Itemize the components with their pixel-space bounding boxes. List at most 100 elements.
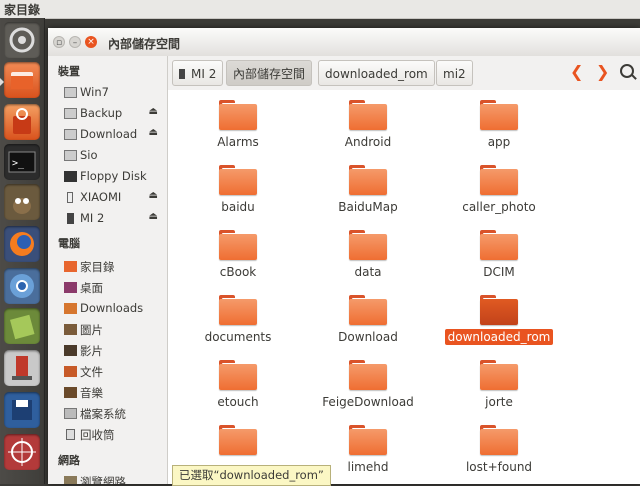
file-item[interactable]: BaiduMap: [303, 165, 433, 225]
file-name: cBook: [219, 265, 257, 279]
file-name: etouch: [217, 395, 259, 409]
folder-icon: [219, 425, 257, 455]
sidebar-item-videos[interactable]: 影片: [64, 342, 164, 360]
screenshot-tool-icon[interactable]: [4, 434, 40, 470]
folder-icon: [219, 360, 257, 390]
documents-icon: [64, 366, 77, 377]
maximize-button[interactable]: ▫: [53, 36, 65, 48]
file-name: DCIM: [483, 265, 515, 279]
file-name: Download: [338, 330, 398, 344]
crumb-internal-storage[interactable]: 內部儲存空間: [226, 60, 313, 86]
sidebar-item-music[interactable]: 音樂: [64, 384, 164, 402]
firefox-icon[interactable]: [4, 226, 40, 262]
software-center-icon[interactable]: [4, 104, 40, 140]
crumb-mi2-device[interactable]: MI 2: [172, 60, 224, 86]
file-item[interactable]: caller_photo: [434, 165, 564, 225]
file-item[interactable]: cBook: [173, 230, 303, 290]
sidebar-item-downloads[interactable]: Downloads: [64, 300, 164, 318]
downloads-icon: [64, 303, 77, 314]
terminal-icon[interactable]: >_: [4, 144, 40, 180]
file-name: documents: [204, 330, 272, 344]
minimize-button[interactable]: –: [69, 36, 81, 48]
eject-icon[interactable]: ⏏: [149, 211, 158, 222]
close-button[interactable]: ×: [85, 36, 97, 48]
file-item[interactable]: baidu: [173, 165, 303, 225]
sidebar-item-pictures[interactable]: 圖片: [64, 321, 164, 339]
file-name: Alarms: [217, 135, 259, 149]
filesystem-icon: [64, 408, 77, 419]
sidebar-item-trash[interactable]: 回收筒: [64, 426, 164, 444]
window-titlebar[interactable]: ▫ – × 內部儲存空間: [48, 28, 640, 57]
forward-arrow-icon[interactable]: ❯: [596, 62, 609, 81]
notes-app-icon[interactable]: [4, 308, 40, 344]
file-item[interactable]: DCIM: [434, 230, 564, 290]
launcher: >_: [0, 18, 45, 484]
sidebar-item-filesystem[interactable]: 檔案系統: [64, 405, 164, 423]
file-name: FeigeDownload: [322, 395, 414, 409]
network-icon: [64, 476, 77, 484]
drive-icon: [64, 108, 77, 119]
places-sidebar: 裝置 Win7 Backup ⏏ Download ⏏ Sio Floppy D…: [48, 56, 168, 484]
phone-icon: [179, 69, 185, 79]
sidebar-item-mi2[interactable]: MI 2 ⏏: [64, 210, 164, 228]
file-name: BaiduMap: [338, 200, 398, 214]
file-name: baidu: [221, 200, 255, 214]
trash-icon: [66, 429, 75, 440]
folder-icon: [219, 100, 257, 130]
gimp-icon[interactable]: [4, 184, 40, 220]
save-disk-icon[interactable]: [4, 392, 40, 428]
drive-icon: [64, 129, 77, 140]
sidebar-item-backup[interactable]: Backup ⏏: [64, 105, 164, 123]
file-item[interactable]: documents: [173, 295, 303, 355]
file-grid: Alarms Android app baidu BaiduMap caller_phot…: [168, 90, 640, 484]
file-name: lost+found: [465, 460, 533, 474]
folder-icon: [349, 230, 387, 260]
sidebar-item-home[interactable]: 家目錄: [64, 258, 164, 276]
eject-icon[interactable]: ⏏: [149, 127, 158, 138]
chromium-icon[interactable]: [4, 268, 40, 304]
sidebar-item-browse-network[interactable]: 瀏覽網路: [64, 473, 164, 484]
folder-icon: [480, 295, 518, 325]
videos-icon: [64, 345, 77, 356]
drive-icon: [64, 87, 77, 98]
sidebar-item-download[interactable]: Download ⏏: [64, 126, 164, 144]
file-manager-window: ▫ – × 內部儲存空間 裝置 Win7 Backup ⏏ Download ⏏…: [48, 28, 640, 486]
svg-text:>_: >_: [12, 158, 25, 169]
eject-icon[interactable]: ⏏: [149, 106, 158, 117]
top-panel-title: 家目錄: [4, 3, 41, 17]
dash-home-icon[interactable]: [4, 22, 40, 58]
sidebar-item-xiaomi[interactable]: XIAOMI ⏏: [64, 189, 164, 207]
folder-icon: [480, 165, 518, 195]
search-icon[interactable]: [620, 64, 634, 78]
folder-icon: [349, 425, 387, 455]
computer-heading: 電腦: [58, 237, 80, 250]
sidebar-item-sio[interactable]: Sio: [64, 147, 164, 165]
status-bar: 已選取“downloaded_rom”: [172, 465, 331, 486]
install-tool-icon[interactable]: [4, 350, 40, 386]
file-item[interactable]: Alarms: [173, 100, 303, 160]
sidebar-item-documents[interactable]: 文件: [64, 363, 164, 381]
sidebar-item-desktop[interactable]: 桌面: [64, 279, 164, 297]
file-name: jorte: [485, 395, 513, 409]
file-item[interactable]: downloaded_rom: [434, 295, 564, 355]
file-item[interactable]: jorte: [434, 360, 564, 420]
desktop-icon: [64, 282, 77, 293]
eject-icon[interactable]: ⏏: [149, 190, 158, 201]
back-arrow-icon[interactable]: ❮: [570, 62, 583, 81]
sidebar-item-win7[interactable]: Win7: [64, 84, 164, 102]
window-title: 內部儲存空間: [108, 37, 181, 51]
path-bar: MI 2 內部儲存空間 downloaded_rom mi2 ❮ ❯: [168, 56, 640, 90]
file-item[interactable]: lost+found: [434, 425, 564, 484]
file-item[interactable]: FeigeDownload: [303, 360, 433, 420]
file-item[interactable]: Android: [303, 100, 433, 160]
crumb-downloaded-rom[interactable]: downloaded_rom: [318, 60, 435, 86]
file-item[interactable]: Download: [303, 295, 433, 355]
files-launcher-icon[interactable]: [4, 62, 40, 98]
file-item[interactable]: etouch: [173, 360, 303, 420]
crumb-mi2[interactable]: mi2: [436, 60, 473, 86]
top-panel: 家目錄: [0, 0, 640, 19]
file-item[interactable]: app: [434, 100, 564, 160]
file-item[interactable]: data: [303, 230, 433, 290]
folder-icon: [349, 165, 387, 195]
sidebar-item-floppy[interactable]: Floppy Disk: [64, 168, 164, 186]
